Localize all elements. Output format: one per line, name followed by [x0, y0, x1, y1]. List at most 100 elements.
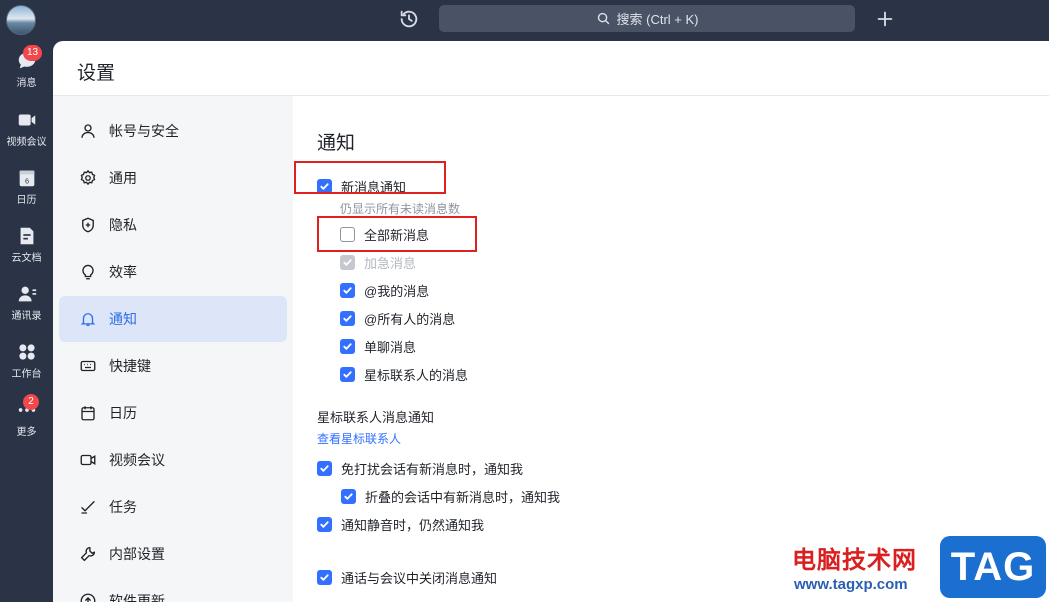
cloud-doc-icon	[20, 227, 33, 245]
nav-label: 内部设置	[109, 546, 165, 562]
highlight-box-all-new	[317, 216, 477, 252]
rail-item-contacts[interactable]: 通讯录	[0, 283, 53, 335]
bell-icon	[80, 313, 96, 327]
rail-label: 消息	[16, 78, 37, 89]
nav-label: 任务	[109, 499, 137, 515]
page-title: 设置	[77, 63, 116, 84]
nav-item-tasks[interactable]: 任务	[59, 484, 287, 530]
checkbox-label: 通话与会议中关闭消息通知	[341, 571, 498, 586]
user-icon	[81, 124, 95, 138]
app-rail: 消息 13 视频会议 6 日历 云文档 通讯录 工作台 更多 2	[0, 41, 53, 602]
checkbox-label: 单聊消息	[364, 340, 417, 355]
checkbox-label: @我的消息	[364, 284, 430, 299]
update-icon	[80, 593, 96, 602]
plus-icon[interactable]	[874, 8, 896, 30]
watermark-logo: TAG	[940, 536, 1046, 598]
svg-text:6: 6	[24, 177, 28, 186]
history-icon[interactable]	[398, 8, 420, 30]
nav-item-internal-settings[interactable]: 内部设置	[59, 531, 287, 577]
checkbox-checked-icon	[340, 339, 355, 354]
nav-item-account-security[interactable]: 帐号与安全	[59, 108, 287, 154]
rail-label: 云文档	[11, 253, 42, 264]
checkbox-checked-icon	[340, 311, 355, 326]
folded-notify-checkbox[interactable]: 折叠的会话中有新消息时，通知我	[341, 487, 560, 506]
rail-item-workspace[interactable]: 工作台	[0, 341, 53, 393]
watermark-url: www.tagxp.com	[794, 576, 908, 593]
workspace-icon	[18, 344, 35, 360]
rail-label: 工作台	[11, 369, 42, 380]
checkbox-label: 星标联系人的消息	[364, 368, 469, 383]
mentions-all-checkbox[interactable]: @所有人的消息	[340, 309, 455, 328]
dnd-notify-checkbox[interactable]: 免打扰会话有新消息时，通知我	[317, 459, 523, 478]
checkbox-checked-icon	[317, 517, 332, 532]
checkbox-label: @所有人的消息	[364, 312, 456, 327]
rail-item-calendar[interactable]: 6 日历	[0, 167, 53, 219]
checkbox-checked-icon	[340, 283, 355, 298]
shield-icon	[82, 217, 94, 233]
watermark-site-name: 电脑技术网	[792, 546, 917, 574]
nav-label: 效率	[109, 264, 137, 280]
search-icon	[597, 12, 609, 25]
nav-label: 视频会议	[109, 452, 165, 468]
settings-nav: 帐号与安全 通用 隐私 效率 通知 快捷键 日历 视频会议 任务 内部设置 软件…	[53, 96, 293, 602]
contacts-icon	[18, 286, 36, 302]
nav-item-calendar[interactable]: 日历	[59, 390, 287, 436]
video-icon	[80, 454, 96, 466]
wrench-icon	[80, 546, 96, 562]
checkbox-label: 免打扰会话有新消息时，通知我	[341, 462, 524, 477]
nav-label: 快捷键	[109, 358, 151, 374]
muted-notify-checkbox[interactable]: 通知静音时，仍然通知我	[317, 515, 484, 534]
calendar-icon	[81, 406, 95, 421]
nav-item-software-update[interactable]: 软件更新	[59, 578, 287, 602]
nav-label: 隐私	[109, 217, 137, 233]
rail-item-cloud-docs[interactable]: 云文档	[0, 225, 53, 277]
unread-badge: 13	[23, 45, 43, 61]
view-starred-contacts-link[interactable]: 查看星标联系人	[317, 430, 401, 447]
nav-label: 日历	[109, 405, 137, 421]
checkbox-label: 折叠的会话中有新消息时，通知我	[365, 490, 561, 505]
checkbox-checked-icon	[317, 461, 332, 476]
keyboard-icon	[80, 360, 96, 372]
rail-label: 视频会议	[6, 137, 47, 148]
starred-section-title: 星标联系人消息通知	[317, 410, 435, 425]
direct-messages-checkbox[interactable]: 单聊消息	[340, 337, 416, 356]
nav-label: 通用	[109, 170, 137, 186]
rail-label: 日历	[16, 195, 37, 206]
rail-item-more[interactable]: 更多 2	[0, 394, 53, 451]
unread-count-hint: 仍显示所有未读消息数	[340, 202, 461, 216]
nav-item-general[interactable]: 通用	[59, 155, 287, 201]
bulb-icon	[82, 264, 94, 280]
nav-item-video-meeting[interactable]: 视频会议	[59, 437, 287, 483]
top-bar: 搜索 (Ctrl + K)	[0, 0, 1049, 41]
gear-icon	[80, 169, 96, 186]
nav-item-notifications[interactable]: 通知	[59, 296, 287, 342]
nav-item-shortcuts[interactable]: 快捷键	[59, 343, 287, 389]
starred-contacts-messages-checkbox[interactable]: 星标联系人的消息	[340, 365, 468, 384]
unread-badge: 2	[23, 394, 39, 410]
nav-item-privacy[interactable]: 隐私	[59, 202, 287, 248]
nav-item-efficiency[interactable]: 效率	[59, 249, 287, 295]
search-bar[interactable]: 搜索 (Ctrl + K)	[439, 5, 855, 32]
checkbox-checked-icon	[340, 367, 355, 382]
user-avatar[interactable]	[6, 5, 36, 35]
call-mute-checkbox[interactable]: 通话与会议中关闭消息通知	[317, 568, 497, 587]
rail-item-video-meeting[interactable]: 视频会议	[0, 109, 53, 161]
highlight-box-new-message	[294, 161, 446, 194]
mentions-me-checkbox[interactable]: @我的消息	[340, 281, 429, 300]
video-icon	[18, 114, 35, 126]
nav-label: 帐号与安全	[109, 123, 179, 139]
settings-header: 设置	[53, 41, 1049, 96]
nav-label: 软件更新	[109, 593, 165, 602]
calendar-icon: 6	[19, 170, 34, 187]
checkbox-checked-icon	[341, 489, 356, 504]
task-icon	[81, 501, 95, 514]
section-title: 通知	[317, 133, 356, 154]
nav-label: 通知	[109, 311, 137, 327]
checkbox-disabled-icon	[340, 255, 355, 270]
checkbox-checked-icon	[317, 570, 332, 585]
rail-label: 通讯录	[11, 311, 42, 322]
checkbox-label: 加急消息	[364, 256, 417, 271]
settings-panel: 设置 帐号与安全 通用 隐私 效率 通知 快捷键 日历 视频会议 任务 内部设置…	[53, 41, 1049, 602]
rail-item-messages[interactable]: 消息 13	[0, 45, 53, 102]
urgent-messages-checkbox: 加急消息	[340, 253, 416, 272]
